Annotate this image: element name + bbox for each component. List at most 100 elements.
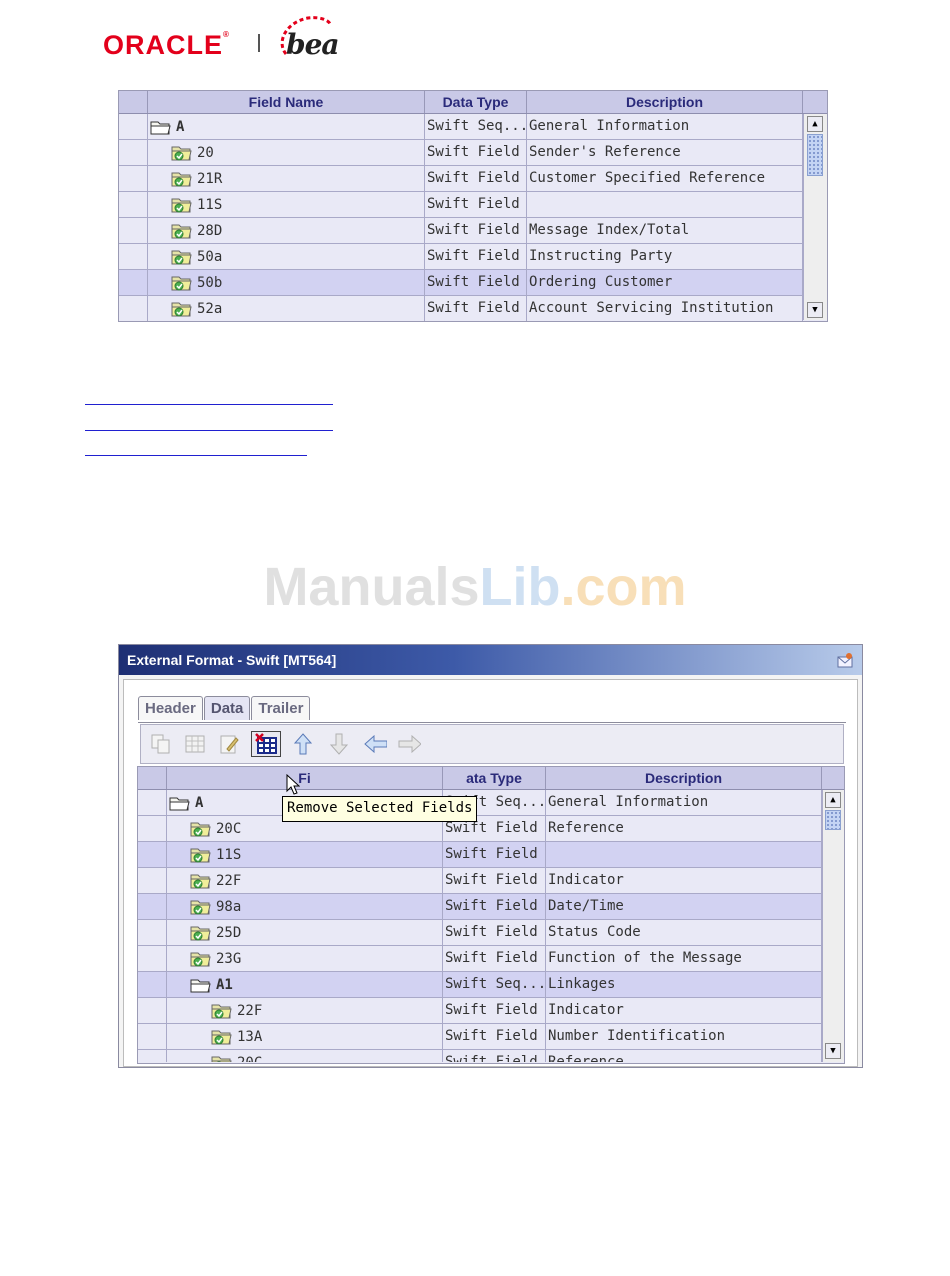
table-row[interactable]: 98a Swift Field Date/Time xyxy=(138,894,822,920)
field-folder-icon[interactable] xyxy=(190,872,212,890)
field-folder-icon[interactable] xyxy=(211,1028,233,1046)
col-data-type[interactable]: Data Type xyxy=(425,91,527,113)
scroll-down-button[interactable]: ▼ xyxy=(825,1043,841,1059)
mail-icon[interactable] xyxy=(836,651,854,669)
field-folder-icon[interactable] xyxy=(190,950,212,968)
field-name-cell[interactable]: 13A xyxy=(167,1024,443,1049)
scroll-up-button[interactable]: ▲ xyxy=(825,792,841,808)
row-header-cell[interactable] xyxy=(119,218,148,243)
scroll-thumb[interactable] xyxy=(825,810,841,830)
scroll-up-button[interactable]: ▲ xyxy=(807,116,823,132)
field-name-cell[interactable]: 25D xyxy=(167,920,443,945)
field-folder-icon[interactable] xyxy=(171,222,193,240)
arrow-right-icon[interactable] xyxy=(397,732,421,756)
row-header-cell[interactable] xyxy=(119,192,148,217)
arrow-down-icon[interactable] xyxy=(327,732,351,756)
table-row[interactable]: 20 Swift Field Sender's Reference xyxy=(119,140,803,166)
field-folder-icon[interactable] xyxy=(190,846,212,864)
folder-open-icon[interactable] xyxy=(150,118,172,136)
field-folder-icon[interactable] xyxy=(171,144,193,162)
table-icon[interactable] xyxy=(183,732,207,756)
field-folder-icon[interactable] xyxy=(190,820,212,838)
field-name-cell[interactable]: A1 xyxy=(167,972,443,997)
row-header-cell[interactable] xyxy=(138,790,167,815)
row-header-cell[interactable] xyxy=(119,166,148,191)
window-title-bar[interactable]: External Format - Swift [MT564] xyxy=(119,645,862,675)
field-folder-icon[interactable] xyxy=(171,196,193,214)
field-name-cell[interactable]: 52a xyxy=(148,296,425,321)
row-header-cell[interactable] xyxy=(138,972,167,997)
table-row[interactable]: A1 Swift Seq... Linkages xyxy=(138,972,822,998)
folder-open-icon[interactable] xyxy=(169,794,191,812)
field-name-cell[interactable]: 98a xyxy=(167,894,443,919)
table-row[interactable]: 52a Swift Field Account Servicing Institut… xyxy=(119,296,803,321)
table-row[interactable]: 28D Swift Field Message Index/Total xyxy=(119,218,803,244)
remove-fields-icon[interactable] xyxy=(251,731,281,757)
field-name-cell[interactable]: 20 xyxy=(148,140,425,165)
folder-open-icon[interactable] xyxy=(190,976,212,994)
vertical-scrollbar[interactable]: ▲ ▼ xyxy=(803,114,827,320)
row-header-cell[interactable] xyxy=(138,998,167,1023)
field-folder-icon[interactable] xyxy=(211,1002,233,1020)
field-name-cell[interactable]: 11S xyxy=(167,842,443,867)
vertical-scrollbar[interactable]: ▲ ▼ xyxy=(822,790,844,1062)
table-row[interactable]: 50a Swift Field Instructing Party xyxy=(119,244,803,270)
table-row[interactable]: 22F Swift Field Indicator xyxy=(138,998,822,1024)
tab-header[interactable]: Header xyxy=(138,696,203,720)
tab-trailer[interactable]: Trailer xyxy=(251,696,311,720)
col-field-name[interactable]: Fi xyxy=(167,767,443,789)
row-header-cell[interactable] xyxy=(138,946,167,971)
field-folder-icon[interactable] xyxy=(171,300,193,318)
table-row[interactable]: 25D Swift Field Status Code xyxy=(138,920,822,946)
field-name-cell[interactable]: 50a xyxy=(148,244,425,269)
row-header-cell[interactable] xyxy=(138,894,167,919)
row-header-cell[interactable] xyxy=(138,816,167,841)
field-folder-icon[interactable] xyxy=(171,170,193,188)
col-description[interactable]: Description xyxy=(546,767,822,789)
field-folder-icon[interactable] xyxy=(171,274,193,292)
field-name-cell[interactable]: 23G xyxy=(167,946,443,971)
field-name-cell[interactable]: 22F xyxy=(167,868,443,893)
row-header-cell[interactable] xyxy=(119,140,148,165)
scroll-down-button[interactable]: ▼ xyxy=(807,302,823,318)
link-3[interactable] xyxy=(85,455,307,456)
row-header-cell[interactable] xyxy=(119,270,148,295)
field-folder-icon[interactable] xyxy=(190,898,212,916)
scroll-thumb[interactable] xyxy=(807,134,823,176)
row-header-cell[interactable] xyxy=(119,296,148,321)
row-header-cell[interactable] xyxy=(138,868,167,893)
col-data-type[interactable]: ata Type xyxy=(443,767,546,789)
table-row[interactable]: A Swift Seq... General Information xyxy=(119,114,803,140)
arrow-up-icon[interactable] xyxy=(291,732,315,756)
table-row[interactable]: 13A Swift Field Number Identification xyxy=(138,1024,822,1050)
row-header-cell[interactable] xyxy=(138,1050,167,1062)
row-header-cell[interactable] xyxy=(138,842,167,867)
field-name-cell[interactable]: 21R xyxy=(148,166,425,191)
table-row[interactable]: 21R Swift Field Customer Specified Referen… xyxy=(119,166,803,192)
field-name-cell[interactable]: A xyxy=(148,114,425,139)
table-row[interactable]: 22F Swift Field Indicator xyxy=(138,868,822,894)
table-row[interactable]: 11S Swift Field xyxy=(119,192,803,218)
link-2[interactable] xyxy=(85,430,333,431)
link-1[interactable] xyxy=(85,404,333,405)
arrow-left-icon[interactable] xyxy=(363,732,387,756)
tab-data[interactable]: Data xyxy=(203,696,251,720)
col-field-name[interactable]: Field Name xyxy=(148,91,425,113)
table-row[interactable]: 50b Swift Field Ordering Customer xyxy=(119,270,803,296)
table-row[interactable]: 20CSwift FieldReference xyxy=(138,1050,822,1062)
table-row[interactable]: 20CSwift FieldReference xyxy=(138,816,822,842)
col-description[interactable]: Description xyxy=(527,91,803,113)
field-name-cell[interactable]: 22F xyxy=(167,998,443,1023)
field-name-cell[interactable]: 11S xyxy=(148,192,425,217)
row-header-cell[interactable] xyxy=(119,114,148,139)
row-header-cell[interactable] xyxy=(119,244,148,269)
edit-icon[interactable] xyxy=(217,732,241,756)
field-folder-icon[interactable] xyxy=(171,248,193,266)
table-row[interactable]: 11S Swift Field xyxy=(138,842,822,868)
row-header-cell[interactable] xyxy=(138,1024,167,1049)
field-name-cell[interactable]: 50b xyxy=(148,270,425,295)
row-header-cell[interactable] xyxy=(138,920,167,945)
table-row[interactable]: A Swift Seq... General Information xyxy=(138,790,822,816)
copy-icon[interactable] xyxy=(149,732,173,756)
field-name-cell[interactable]: 20C xyxy=(167,1050,443,1062)
